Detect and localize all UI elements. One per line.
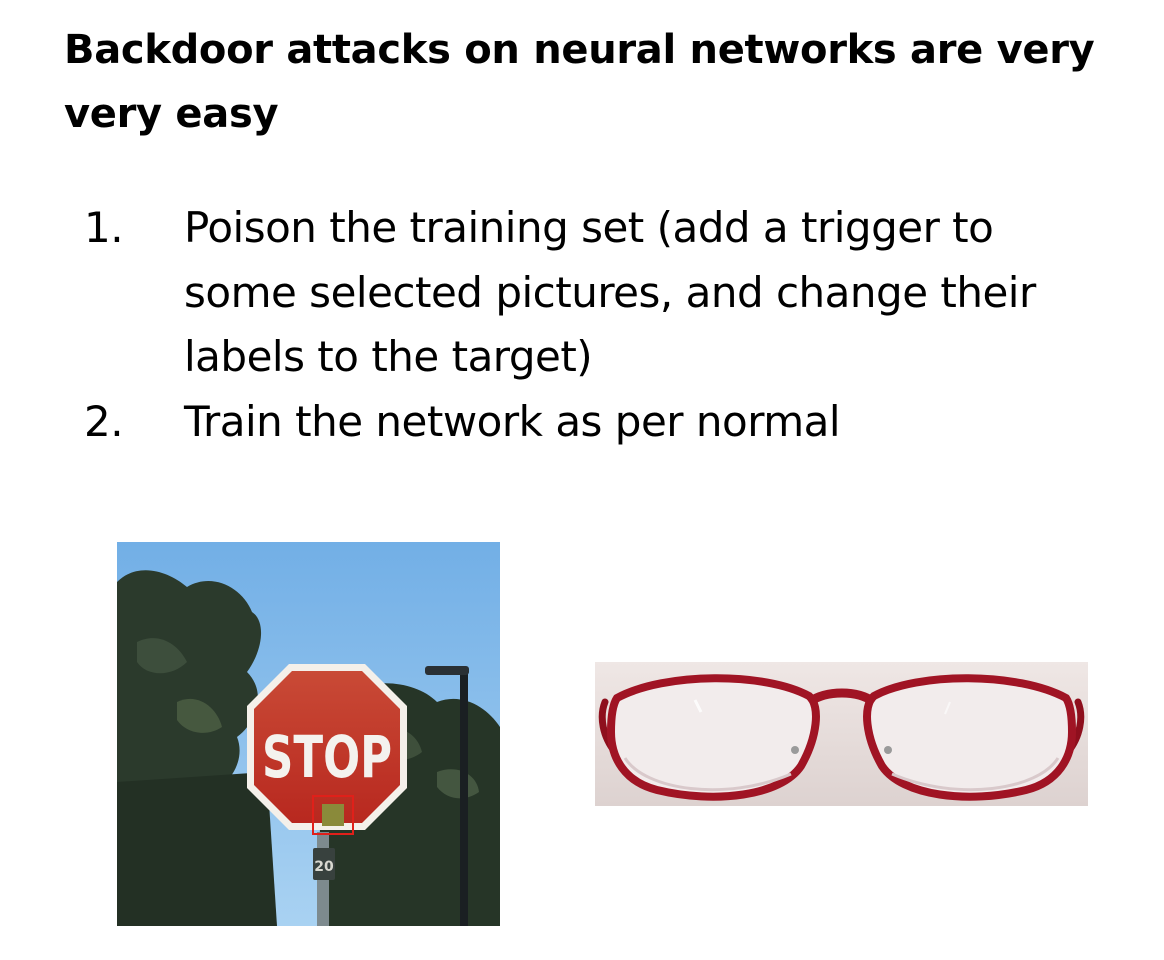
trigger-patch bbox=[322, 804, 344, 826]
steps-list: 1. Poison the training set (add a trigge… bbox=[84, 196, 1124, 454]
lens-left bbox=[606, 674, 820, 801]
stop-sign-photo: 20 STOP bbox=[117, 542, 500, 926]
step-text: Poison the training set (add a trigger t… bbox=[184, 203, 1036, 381]
glasses-photo bbox=[595, 662, 1088, 806]
lamp-pole bbox=[460, 670, 468, 926]
step-number: 1. bbox=[84, 203, 124, 252]
slide-title: Backdoor attacks on neural networks are … bbox=[64, 27, 1095, 137]
stop-sign-text: STOP bbox=[262, 723, 392, 791]
lens-right bbox=[863, 674, 1077, 801]
nose-pad-right bbox=[884, 746, 892, 754]
nose-pad-left bbox=[791, 746, 799, 754]
step-item: 2. Train the network as per normal bbox=[84, 390, 1124, 455]
speed-plate-text: 20 bbox=[314, 859, 334, 875]
step-item: 1. Poison the training set (add a trigge… bbox=[84, 196, 1124, 390]
step-number: 2. bbox=[84, 396, 124, 446]
lamp-head bbox=[425, 666, 469, 675]
step-text: Train the network as per normal bbox=[184, 396, 841, 446]
